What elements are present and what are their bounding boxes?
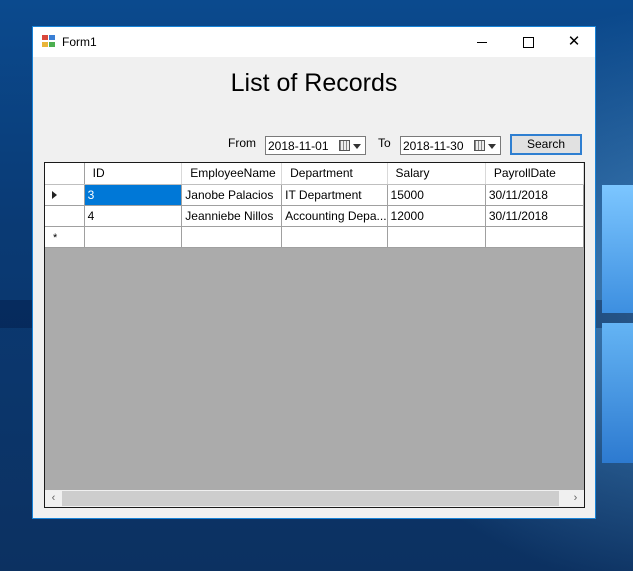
- row-header[interactable]: [45, 205, 85, 227]
- cell-salary[interactable]: 12000: [387, 205, 486, 227]
- cell-department[interactable]: IT Department: [281, 184, 388, 206]
- column-header-employeename[interactable]: EmployeeName: [181, 163, 283, 185]
- row-header[interactable]: [45, 184, 85, 206]
- cell-salary[interactable]: 15000: [387, 184, 486, 206]
- cell-payrolldate[interactable]: 30/11/2018: [485, 205, 584, 227]
- new-cell-payrolldate[interactable]: [485, 226, 584, 248]
- header-row: ID EmployeeName Department Salary Payrol…: [45, 163, 584, 185]
- chevron-down-icon[interactable]: [488, 144, 496, 149]
- column-header-salary[interactable]: Salary: [387, 163, 486, 185]
- close-icon: ✕: [567, 33, 581, 50]
- records-table: ID EmployeeName Department Salary Payrol…: [45, 163, 584, 248]
- new-row[interactable]: *: [45, 226, 584, 248]
- chevron-down-icon[interactable]: [353, 144, 361, 149]
- form-app-icon: [42, 35, 56, 48]
- cell-employeename[interactable]: Janobe Palacios: [181, 184, 283, 206]
- cell-id[interactable]: 3: [84, 184, 183, 206]
- column-header-payrolldate[interactable]: PayrollDate: [485, 163, 584, 185]
- cell-id[interactable]: 4: [84, 205, 183, 227]
- from-date-picker[interactable]: 2018-11-01: [265, 136, 366, 155]
- cell-payrolldate[interactable]: 30/11/2018: [485, 184, 584, 206]
- to-label: To: [378, 136, 391, 150]
- cell-department[interactable]: Accounting Depa...: [281, 205, 388, 227]
- cell-employeename[interactable]: Jeanniebe Nillos: [181, 205, 283, 227]
- page-title: List of Records: [230, 69, 398, 97]
- minimize-button[interactable]: [459, 27, 505, 57]
- new-row-icon: *: [53, 231, 58, 244]
- horizontal-scrollbar[interactable]: ‹ ›: [45, 490, 584, 507]
- close-button[interactable]: ✕: [551, 27, 597, 57]
- title-bar[interactable]: Form1 ✕: [33, 27, 595, 57]
- column-header-id[interactable]: ID: [84, 163, 183, 185]
- table-row[interactable]: 4 Jeanniebe Nillos Accounting Depa... 12…: [45, 205, 584, 227]
- row-header[interactable]: *: [45, 226, 85, 248]
- row-pointer-icon: [52, 190, 57, 199]
- window-title: Form1: [62, 35, 97, 49]
- table-row[interactable]: 3 Janobe Palacios IT Department 15000 30…: [45, 184, 584, 206]
- column-header-department[interactable]: Department: [281, 163, 388, 185]
- calendar-icon[interactable]: [474, 140, 485, 151]
- from-date-value: 2018-11-01: [268, 139, 329, 153]
- scroll-left-icon[interactable]: ‹: [45, 490, 62, 507]
- to-date-value: 2018-11-30: [403, 139, 464, 153]
- maximize-button[interactable]: [505, 27, 551, 57]
- calendar-icon[interactable]: [339, 140, 350, 151]
- to-date-picker[interactable]: 2018-11-30: [400, 136, 501, 155]
- new-cell-id[interactable]: [84, 226, 183, 248]
- minimize-icon: [477, 41, 487, 43]
- from-label: From: [228, 136, 256, 150]
- new-cell-salary[interactable]: [387, 226, 486, 248]
- search-button[interactable]: Search: [510, 134, 582, 155]
- windows-logo: [596, 185, 633, 465]
- new-cell-employeename[interactable]: [181, 226, 283, 248]
- new-cell-department[interactable]: [281, 226, 388, 248]
- scrollbar-thumb[interactable]: [62, 491, 559, 506]
- maximize-icon: [522, 36, 534, 48]
- app-window: Form1 ✕ List of Records From 2018-11-01 …: [32, 26, 596, 519]
- scroll-right-icon[interactable]: ›: [567, 490, 584, 507]
- row-header-corner[interactable]: [45, 163, 85, 185]
- records-grid[interactable]: ID EmployeeName Department Salary Payrol…: [44, 162, 585, 508]
